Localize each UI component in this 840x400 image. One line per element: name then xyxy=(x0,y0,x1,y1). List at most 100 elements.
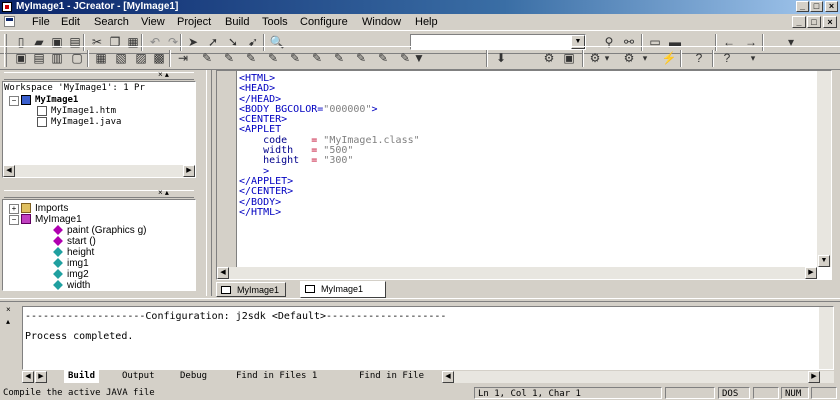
tree-method-start[interactable]: start () xyxy=(67,236,96,247)
output-view-icon[interactable]: ▥ xyxy=(48,50,66,67)
comment-3-icon[interactable]: ✎ xyxy=(242,50,260,67)
class-browser-icon[interactable]: ▩ xyxy=(150,50,168,67)
horizontal-scrollbar[interactable]: ◀ ▶ xyxy=(3,165,195,177)
compile-project-icon[interactable]: ⬇ xyxy=(492,50,510,67)
tab-scroll-left-icon[interactable]: ◀ xyxy=(22,371,34,383)
minimize-button[interactable]: _ xyxy=(796,1,809,12)
menu-edit[interactable]: Edit xyxy=(57,15,84,29)
output-panel-grip[interactable]: × ▴ xyxy=(4,304,18,384)
mdi-restore-button[interactable]: □ xyxy=(807,16,821,28)
mdi-close-button[interactable]: × xyxy=(823,16,837,28)
workspace-view-icon[interactable]: ▣ xyxy=(12,50,30,67)
file-icon xyxy=(37,106,47,116)
tree-method-paint[interactable]: paint (Graphics g) xyxy=(67,225,146,236)
scroll-down-icon[interactable]: ▼ xyxy=(818,255,830,267)
comment-9-icon[interactable]: ✎ xyxy=(374,50,392,67)
debug-project-icon[interactable]: ▣ xyxy=(560,50,578,67)
comment-7-icon[interactable]: ✎ xyxy=(330,50,348,67)
tree-field-img2[interactable]: img2 xyxy=(67,269,89,280)
comment-2-icon[interactable]: ✎ xyxy=(220,50,238,67)
menu-window[interactable]: Window xyxy=(358,15,405,29)
tree-class[interactable]: MyImage1 xyxy=(35,214,82,225)
comment-8-icon[interactable]: ✎ xyxy=(352,50,370,67)
output-dock-icon[interactable]: ▴ xyxy=(6,318,10,326)
run-dropdown-icon[interactable]: ▾ xyxy=(602,50,612,67)
menu-configure[interactable]: Configure xyxy=(296,15,352,29)
workspace-panel: × ▴ Workspace 'MyImage1': 1 Pr − MyImage… xyxy=(0,70,198,184)
panel-close-icon[interactable]: × ▴ xyxy=(158,71,169,79)
split-view-icon[interactable]: ▨ xyxy=(132,50,150,67)
comment-1-icon[interactable]: ✎ xyxy=(198,50,216,67)
menu-search[interactable]: Search xyxy=(90,15,133,29)
indent-icon[interactable]: ⇥ xyxy=(174,50,192,67)
collapse-icon[interactable]: − xyxy=(9,96,19,106)
vertical-scrollbar[interactable] xyxy=(819,307,833,369)
title-bar[interactable]: MyImage1 - JCreator - [MyImage1] _ □ × xyxy=(0,0,840,14)
scroll-right-icon[interactable]: ▶ xyxy=(808,371,820,383)
menu-view[interactable]: View xyxy=(137,15,169,29)
output-close-icon[interactable]: × xyxy=(6,306,11,314)
project-name[interactable]: MyImage1 xyxy=(35,95,78,106)
window-title: MyImage1 - JCreator - [MyImage1] xyxy=(16,1,179,12)
vertical-scrollbar[interactable]: ▼ xyxy=(817,71,831,267)
panel-close-icon[interactable]: × ▴ xyxy=(158,189,169,197)
tab-scroll-right-icon[interactable]: ▶ xyxy=(35,371,47,383)
tree-file-java[interactable]: MyImage1.java xyxy=(51,117,121,128)
tree-field-img1[interactable]: img1 xyxy=(67,258,89,269)
collapse-icon[interactable]: − xyxy=(9,215,19,225)
scroll-left-icon[interactable]: ◀ xyxy=(3,165,15,177)
tab-debug[interactable]: Debug xyxy=(176,370,211,383)
menu-project[interactable]: Project xyxy=(173,15,215,29)
file-view-icon[interactable]: ▤ xyxy=(30,50,48,67)
comment-6-icon[interactable]: ✎ xyxy=(308,50,326,67)
maximize-button[interactable]: □ xyxy=(810,1,823,12)
scroll-right-icon[interactable]: ▶ xyxy=(805,267,817,279)
tree-file-htm[interactable]: MyImage1.htm xyxy=(51,106,116,117)
close-button[interactable]: × xyxy=(825,1,838,12)
editor-gutter[interactable] xyxy=(217,71,237,267)
tab-myimage1-htm[interactable]: MyImage1 xyxy=(216,282,287,297)
horizontal-splitter[interactable] xyxy=(0,298,840,302)
status-blank-3 xyxy=(811,387,837,399)
tree-field-height[interactable]: height xyxy=(67,247,94,258)
tab-find-in-files-2[interactable]: Find in File xyxy=(355,370,428,383)
output-pane[interactable]: --------------------Configuration: j2sdk… xyxy=(22,306,834,370)
context-help-icon[interactable]: ? xyxy=(718,50,736,67)
scroll-left-icon[interactable]: ◀ xyxy=(442,371,454,383)
build-file-icon[interactable]: ▼ xyxy=(410,50,428,67)
menu-tools[interactable]: Tools xyxy=(258,15,292,29)
tools-icon[interactable]: ⚡ xyxy=(660,50,678,67)
vertical-splitter[interactable] xyxy=(206,70,212,296)
tile-vertical-icon[interactable]: ▧ xyxy=(112,50,130,67)
method-icon xyxy=(53,225,63,235)
tree-imports[interactable]: Imports xyxy=(35,203,68,214)
scroll-left-icon[interactable]: ◀ xyxy=(217,267,229,279)
tile-horizontal-icon[interactable]: ▦ xyxy=(92,50,110,67)
tree-field-width[interactable]: width xyxy=(67,280,90,290)
code-editor[interactable]: <HTML> <HEAD> </HEAD> <BODY BGCOLOR="000000… xyxy=(216,70,832,280)
comment-4-icon[interactable]: ✎ xyxy=(264,50,282,67)
app-icon[interactable] xyxy=(2,2,12,12)
tab-build[interactable]: Build xyxy=(64,370,100,383)
fullscreen-view-icon[interactable]: ▢ xyxy=(68,50,86,67)
help-icon[interactable]: ? xyxy=(690,50,708,67)
horizontal-scrollbar[interactable]: ◀ ▶ xyxy=(217,267,817,279)
tab-find-in-files-1[interactable]: Find in Files 1 xyxy=(232,370,321,383)
tab-output[interactable]: Output xyxy=(118,370,159,383)
menu-build[interactable]: Build xyxy=(221,15,253,29)
execute-project-icon[interactable]: ⚙ xyxy=(540,50,558,67)
configure-icon[interactable]: ⚙ xyxy=(620,50,638,67)
comment-5-icon[interactable]: ✎ xyxy=(286,50,304,67)
toolbar2-dropdown-icon[interactable]: ▾ xyxy=(748,50,758,67)
output-horizontal-scrollbar[interactable]: ◀ ▶ xyxy=(442,371,834,383)
document-icon[interactable] xyxy=(4,16,15,27)
configure-dropdown-icon[interactable]: ▾ xyxy=(640,50,650,67)
toolbar-grip[interactable] xyxy=(4,50,7,67)
mdi-minimize-button[interactable]: _ xyxy=(792,16,806,28)
tab-myimage1-java[interactable]: MyImage1 xyxy=(300,281,386,298)
scroll-right-icon[interactable]: ▶ xyxy=(183,165,195,177)
menu-file[interactable]: File xyxy=(28,15,54,29)
expand-icon[interactable]: + xyxy=(9,204,19,214)
menu-help[interactable]: Help xyxy=(411,15,442,29)
code-text[interactable]: <HTML> <HEAD> </HEAD> <BODY BGCOLOR="000000… xyxy=(239,73,420,218)
